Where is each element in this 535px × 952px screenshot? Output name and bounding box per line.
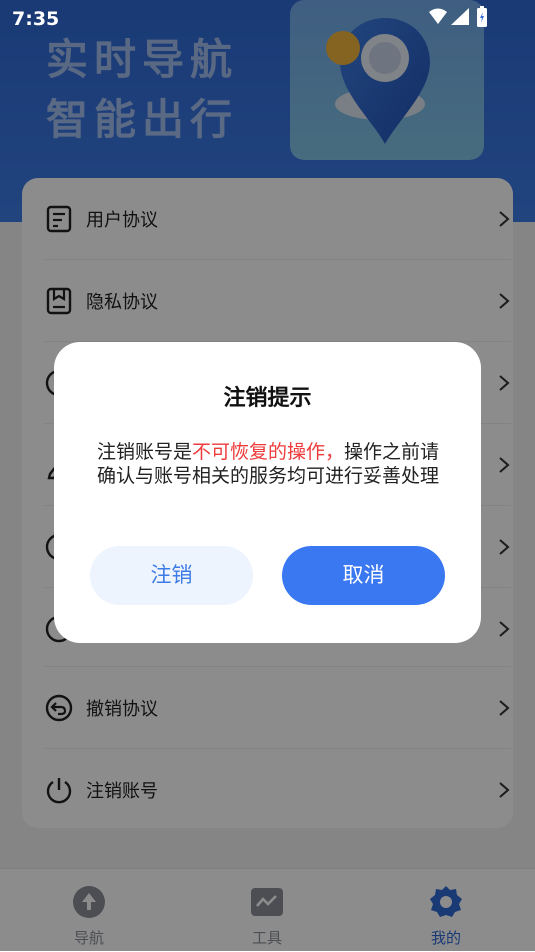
status-time: 7:35 (12, 8, 60, 30)
dialog-message-prefix: 注销账号是 (96, 441, 192, 463)
signal-icon (451, 8, 469, 25)
dialog-message: 注销账号是不可恢复的操作，操作之前请确认与账号相关的服务均可进行妥善处理 (90, 440, 446, 488)
wifi-icon (429, 8, 447, 24)
status-icons (427, 6, 497, 30)
confirm-delete-button[interactable]: 注销 (90, 546, 253, 605)
delete-account-dialog: 注销提示 注销账号是不可恢复的操作，操作之前请确认与账号相关的服务均可进行妥善处… (54, 342, 481, 643)
dialog-message-warning: 不可恢复的操作， (191, 441, 344, 463)
dialog-title: 注销提示 (223, 386, 312, 411)
battery-icon (477, 6, 487, 27)
status-bar: 7:35 (0, 0, 535, 36)
cancel-button[interactable]: 取消 (282, 546, 445, 605)
